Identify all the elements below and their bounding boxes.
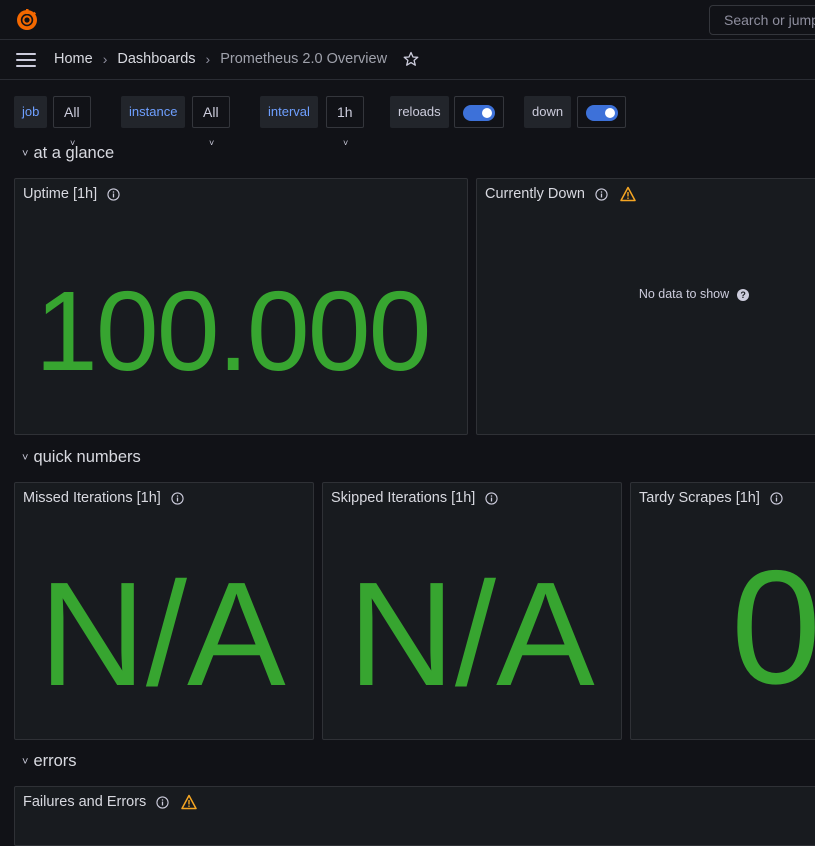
stat-value: N/A: [39, 552, 286, 717]
row-quick-numbers[interactable]: ˅ quick numbers: [22, 448, 141, 467]
panel-title-text: Tardy Scrapes [1h]: [639, 490, 760, 506]
panel-title-text: Skipped Iterations [1h]: [331, 490, 476, 506]
info-icon[interactable]: [770, 491, 783, 505]
top-bar: Search or jump to...: [0, 0, 815, 40]
panel-currently-down: Currently Down No data to show?: [476, 178, 815, 435]
panel-title: Skipped Iterations [1h]: [331, 490, 498, 506]
chevron-down-icon: ˅: [22, 147, 29, 160]
var-label-instance: instance: [121, 96, 186, 128]
panel-title: Tardy Scrapes [1h]: [639, 490, 783, 506]
panel-title: Missed Iterations [1h]: [23, 490, 184, 506]
info-icon[interactable]: [107, 187, 120, 201]
chevron-down-icon: ˅: [209, 138, 215, 149]
var-select-job[interactable]: All˅: [53, 96, 91, 148]
search-placeholder: Search or jump to...: [724, 12, 815, 28]
panel-title-text: Uptime [1h]: [23, 186, 98, 202]
panel-missed-iterations: Missed Iterations [1h] N/A: [14, 482, 314, 740]
panel-title-text: Missed Iterations [1h]: [23, 490, 161, 506]
breadcrumb: Home › Dashboards › Prometheus 2.0 Overv…: [54, 51, 419, 67]
star-icon[interactable]: [403, 51, 419, 67]
breadcrumb-current: Prometheus 2.0 Overview: [220, 51, 388, 67]
info-icon[interactable]: [485, 491, 498, 505]
toggle-switch[interactable]: [463, 105, 495, 121]
nav-bar: Home › Dashboards › Prometheus 2.0 Overv…: [0, 40, 815, 80]
stat-value: 0: [731, 537, 815, 718]
panel-title-text: Failures and Errors: [23, 794, 147, 810]
chevron-down-icon: ˅: [343, 138, 349, 149]
var-label-reloads: reloads: [390, 96, 449, 128]
panel-skipped-iterations: Skipped Iterations [1h] N/A: [322, 482, 622, 740]
help-icon[interactable]: ?: [737, 288, 750, 301]
chevron-down-icon: ˅: [22, 755, 29, 768]
no-data-message: No data to show?: [477, 287, 815, 301]
panel-uptime: Uptime [1h] 100.000: [14, 178, 468, 435]
info-icon[interactable]: [595, 187, 608, 201]
var-value-interval: 1h: [337, 104, 353, 120]
row-errors[interactable]: ˅ errors: [22, 752, 77, 771]
chevron-right-icon: ›: [102, 51, 108, 67]
warning-icon[interactable]: [620, 186, 636, 202]
var-value-job: All: [64, 104, 80, 120]
menu-icon[interactable]: [16, 53, 36, 67]
breadcrumb-dashboards[interactable]: Dashboards: [117, 51, 195, 67]
chevron-right-icon: ›: [205, 51, 211, 67]
var-label-down: down: [524, 96, 572, 128]
var-toggle-reloads[interactable]: [454, 96, 504, 128]
panel-title: Failures and Errors: [23, 794, 198, 810]
var-select-interval[interactable]: 1h ˅: [326, 96, 364, 148]
row-title: errors: [33, 752, 77, 770]
panel-failures-errors: Failures and Errors: [14, 786, 815, 846]
row-title: at a glance: [33, 144, 115, 162]
stat-value: 100.000: [35, 268, 431, 394]
chevron-down-icon: ˅: [22, 451, 29, 464]
var-value-instance: All: [203, 104, 219, 120]
panel-title: Uptime [1h]: [23, 186, 120, 202]
row-title: quick numbers: [33, 448, 141, 466]
row-at-a-glance[interactable]: ˅ at a glance: [22, 144, 114, 163]
var-select-instance[interactable]: All ˅: [192, 96, 230, 148]
warning-icon[interactable]: [181, 794, 198, 810]
info-icon[interactable]: [156, 795, 169, 809]
var-toggle-down[interactable]: [577, 96, 626, 128]
var-label-interval: interval: [260, 96, 318, 128]
toggle-switch[interactable]: [586, 105, 618, 121]
breadcrumb-home[interactable]: Home: [54, 51, 93, 67]
search-input[interactable]: Search or jump to...: [709, 5, 815, 35]
panel-title: Currently Down: [485, 186, 636, 202]
info-icon[interactable]: [171, 491, 184, 505]
grafana-logo-icon[interactable]: [15, 8, 39, 32]
stat-value: N/A: [348, 552, 595, 717]
panel-tardy-scrapes: Tardy Scrapes [1h] 0: [630, 482, 815, 740]
var-label-job: job: [14, 96, 48, 128]
panel-title-text: Currently Down: [485, 186, 585, 202]
no-data-text: No data to show: [638, 287, 730, 301]
